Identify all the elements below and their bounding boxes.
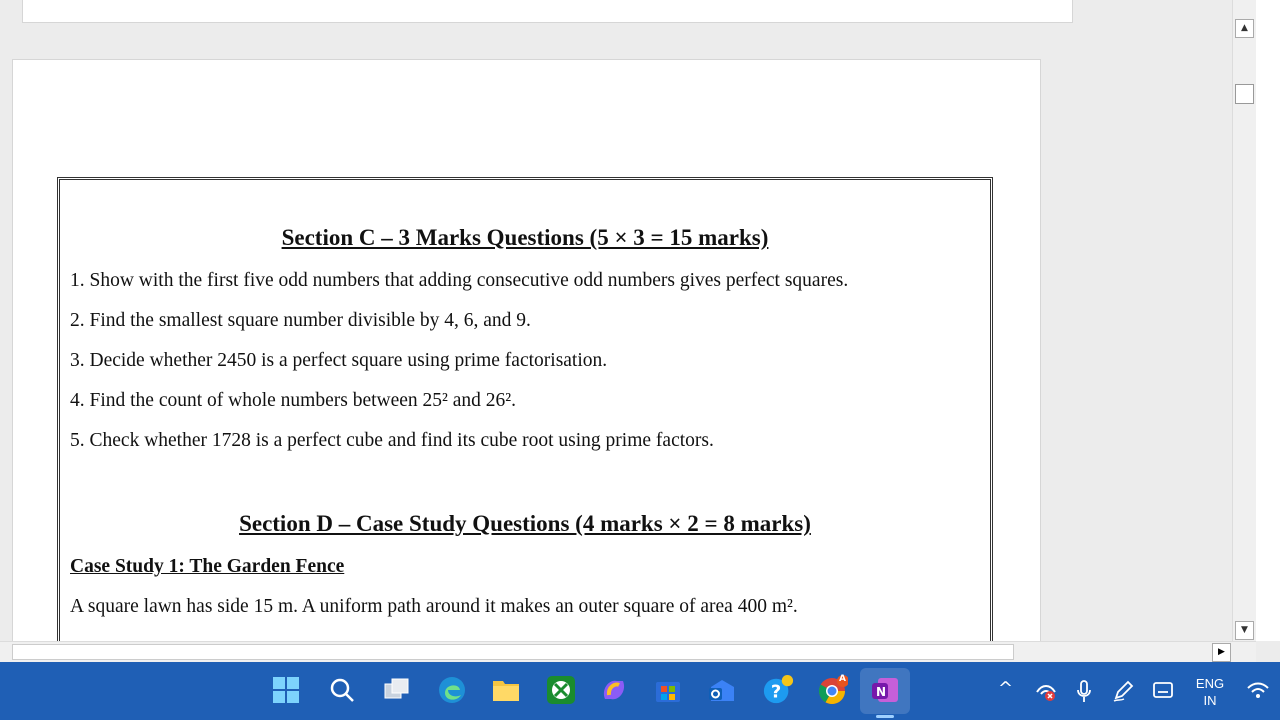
question-item: 5. Check whether 1728 is a perfect cube … <box>70 430 714 451</box>
region-code: IN <box>1203 693 1217 708</box>
show-hidden-icons-chevron[interactable]: ^ <box>998 678 1013 699</box>
vertical-scroll-thumb[interactable] <box>1235 84 1254 104</box>
case-study-title: Case Study 1: The Garden Fence <box>70 556 345 577</box>
question-item: 1. Show with the first five odd numbers … <box>70 270 849 291</box>
active-app-indicator <box>876 715 894 718</box>
previous-page <box>22 0 1073 23</box>
pen-icon[interactable] <box>1112 680 1134 706</box>
outlook-icon[interactable] <box>706 674 738 706</box>
vertical-scrollbar[interactable]: ▲ ▼ <box>1232 0 1257 641</box>
copilot-icon[interactable] <box>598 674 630 706</box>
file-explorer-icon[interactable] <box>490 674 522 706</box>
taskbar: ? A N ^ ENG IN <box>0 662 1280 720</box>
svg-text:?: ? <box>771 682 781 703</box>
scroll-down-button[interactable]: ▼ <box>1235 621 1254 640</box>
document-viewport: Section C – 3 Marks Questions (5 × 3 = 1… <box>0 0 1232 641</box>
side-panel-edge <box>1256 0 1280 641</box>
microphone-icon[interactable] <box>1076 680 1092 708</box>
windows-start-icon[interactable] <box>270 674 302 706</box>
scroll-right-button[interactable]: ▶ <box>1212 643 1231 662</box>
search-icon[interactable] <box>326 674 358 706</box>
horizontal-scrollbar[interactable]: ▶ <box>0 641 1256 663</box>
chrome-profile-badge: A <box>839 674 846 684</box>
edge-icon[interactable] <box>436 674 468 706</box>
question-box: Section C – 3 Marks Questions (5 × 3 = 1… <box>57 177 993 641</box>
network-warning-icon[interactable] <box>1034 680 1058 706</box>
horizontal-scroll-thumb[interactable] <box>12 644 1014 660</box>
microsoft-store-icon[interactable] <box>652 674 684 706</box>
question-item: 3. Decide whether 2450 is a perfect squa… <box>70 350 608 371</box>
chrome-icon[interactable]: A <box>816 674 848 706</box>
touch-keyboard-icon[interactable] <box>1152 680 1174 704</box>
task-view-icon[interactable] <box>381 674 413 706</box>
xbox-icon[interactable] <box>545 674 577 706</box>
onenote-icon[interactable]: N <box>869 674 901 706</box>
case-study-text: A square lawn has side 15 m. A uniform p… <box>70 596 798 617</box>
scroll-up-button[interactable]: ▲ <box>1235 19 1254 38</box>
question-item: 2. Find the smallest square number divis… <box>70 310 531 331</box>
get-help-icon[interactable]: ? <box>762 674 794 706</box>
section-d-heading: Section D – Case Study Questions (4 mark… <box>239 511 811 536</box>
document-page: Section C – 3 Marks Questions (5 × 3 = 1… <box>12 59 1041 641</box>
question-item: 4. Find the count of whole numbers betwe… <box>70 390 517 411</box>
language-code: ENG <box>1195 676 1225 691</box>
section-c-heading: Section C – 3 Marks Questions (5 × 3 = 1… <box>281 225 769 250</box>
language-indicator[interactable]: ENG IN <box>1192 675 1228 709</box>
wifi-icon[interactable] <box>1246 680 1270 704</box>
onenote-letter: N <box>876 685 887 699</box>
